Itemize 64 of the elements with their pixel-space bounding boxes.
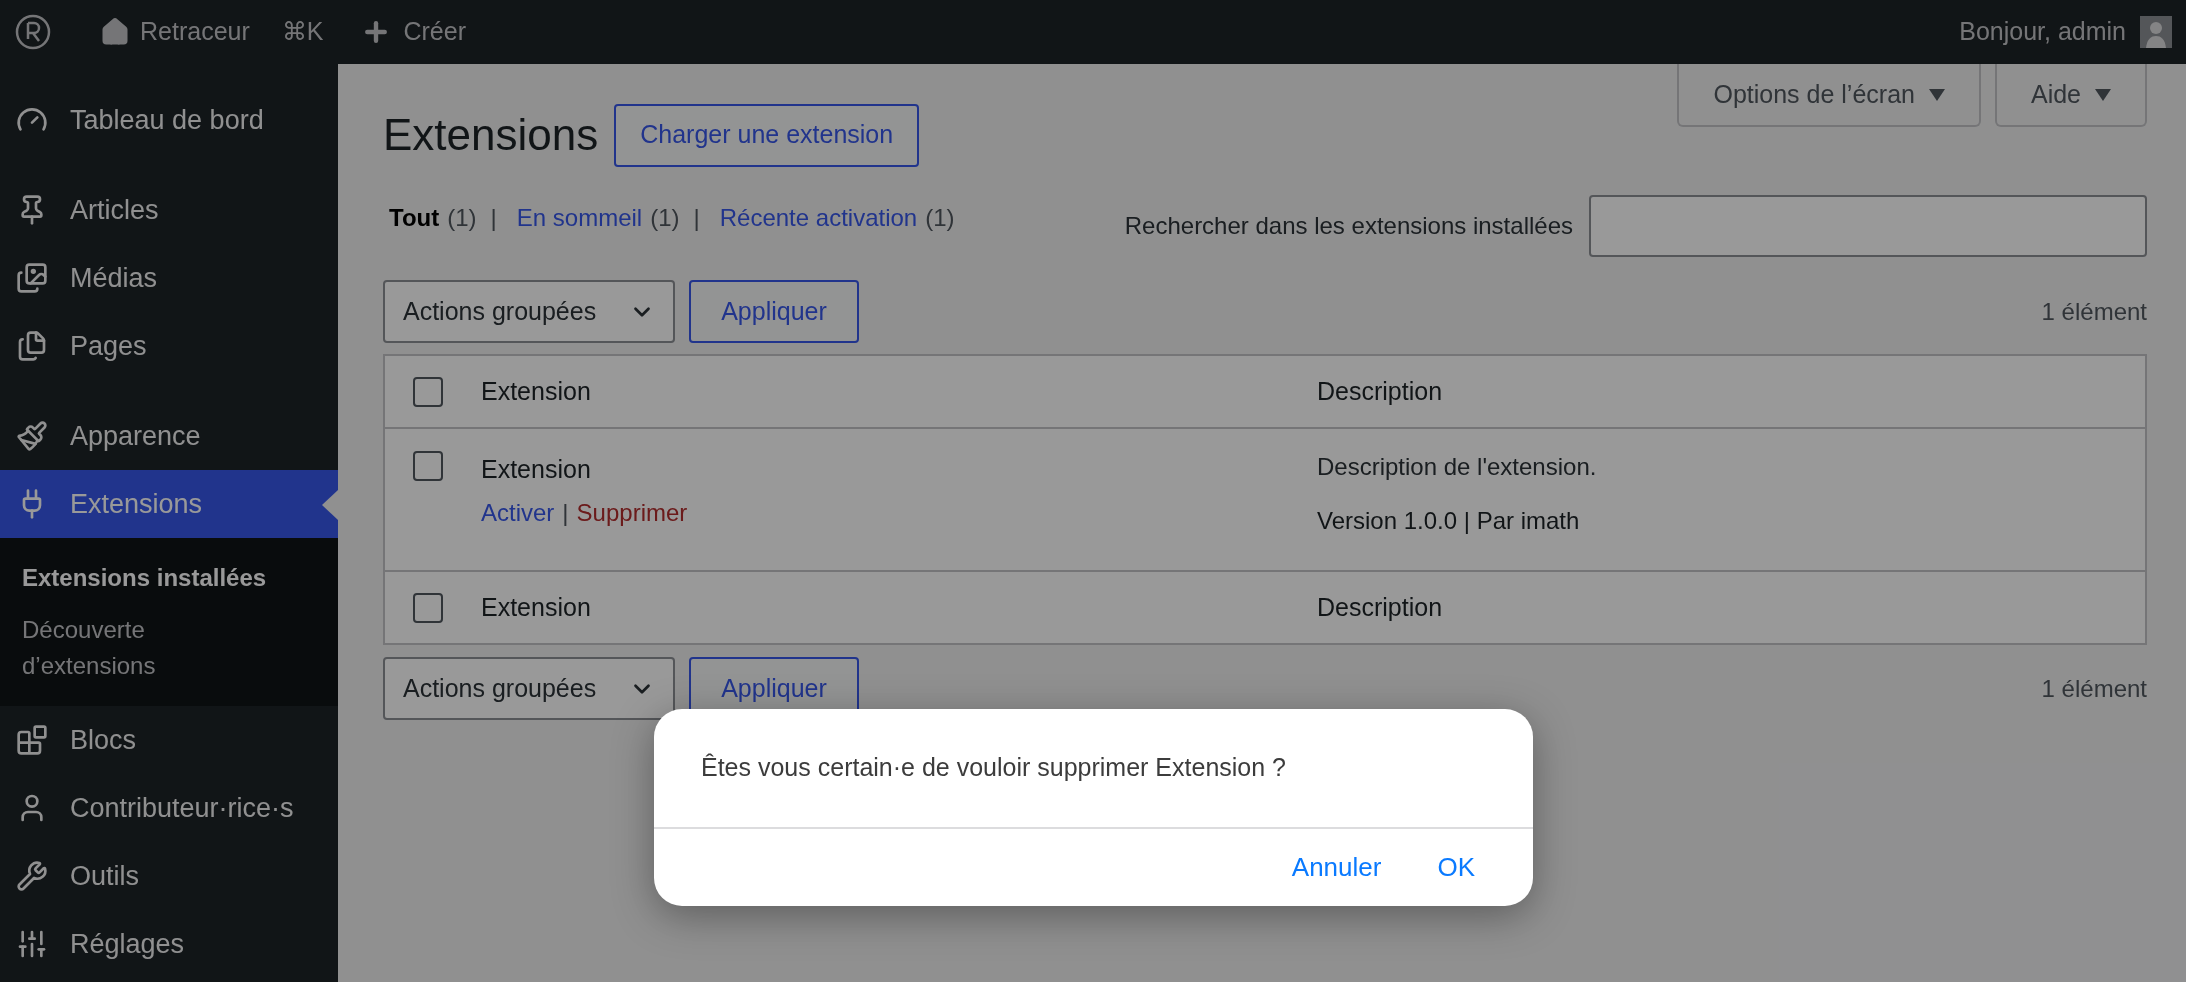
- sidebar-item[interactable]: Médias: [0, 244, 338, 312]
- select-value: Actions groupées: [403, 295, 597, 327]
- apply-button[interactable]: Appliquer: [689, 280, 859, 343]
- dropdown-triangle-icon: [2095, 88, 2111, 101]
- site-name-link[interactable]: Retraceur: [140, 13, 250, 51]
- select-value: Actions groupées: [403, 672, 597, 704]
- filter-count: (1): [650, 203, 680, 233]
- delete-link[interactable]: Supprimer: [576, 495, 688, 531]
- screen-meta-tab[interactable]: Options de l’écran: [1677, 64, 1981, 127]
- column-header: Description: [1316, 375, 1443, 407]
- sidebar-item[interactable]: Extensions: [0, 470, 338, 538]
- sidebar-item[interactable]: Contributeur·rice·s: [0, 774, 338, 842]
- blocks-icon: [16, 724, 48, 756]
- bulk-actions-select[interactable]: Actions groupées: [383, 657, 675, 720]
- wrench-icon: [16, 860, 48, 892]
- sidebar-item[interactable]: Articles: [0, 176, 338, 244]
- dialog-message: Êtes vous certain·e de vouloir supprimer Extension ?: [701, 752, 1286, 784]
- checkbox[interactable]: [413, 592, 443, 623]
- search-label: Rechercher dans les extensions installées: [1124, 211, 1573, 241]
- filter-count: (1): [447, 203, 477, 233]
- plugin-description: Description de l'extension.: [1317, 452, 1597, 482]
- pages-icon: [16, 330, 48, 362]
- home-icon[interactable]: [100, 17, 130, 47]
- search-field[interactable]: [1589, 195, 2147, 257]
- sidebar-item[interactable]: Réglages: [0, 910, 338, 978]
- new-link[interactable]: Créer: [403, 13, 466, 51]
- dialog-button[interactable]: OK: [1429, 842, 1483, 893]
- dropdown-triangle-icon: [1928, 88, 1945, 101]
- sidebar-item[interactable]: Tableau de bord: [0, 86, 338, 154]
- sidebar-item[interactable]: Outils: [0, 842, 338, 910]
- dialog-button[interactable]: Annuler: [1283, 842, 1390, 893]
- submenu-item[interactable]: Extensions installées: [0, 552, 338, 604]
- screen-meta-tab[interactable]: Aide: [1994, 64, 2147, 127]
- page-title: Extensions: [383, 109, 599, 161]
- plugin-name: Extension: [481, 454, 592, 485]
- filter-link[interactable]: Récente activation: [719, 203, 918, 233]
- logo-icon[interactable]: [14, 13, 52, 51]
- media-icon: [16, 262, 48, 294]
- bulk-actions-select[interactable]: Actions groupées: [383, 280, 675, 343]
- sidebar-item[interactable]: Pages: [0, 312, 338, 380]
- sliders-icon: [16, 928, 48, 960]
- paintbrush-icon: [16, 420, 48, 452]
- filter-link[interactable]: Tout: [389, 203, 440, 233]
- current-pointer-icon: [322, 490, 338, 520]
- action-separator: |: [562, 498, 569, 528]
- sidebar-item[interactable]: Apparence: [0, 402, 338, 470]
- checkbox[interactable]: [413, 451, 443, 481]
- activate-link[interactable]: Activer: [481, 495, 555, 531]
- filter-link[interactable]: En sommeil: [516, 203, 643, 233]
- checkbox[interactable]: [413, 376, 443, 407]
- greeting-link[interactable]: Bonjour, admin: [1959, 13, 2126, 51]
- filter-count: (1): [925, 203, 955, 233]
- column-header: Extension: [481, 591, 591, 623]
- upload-extension-button[interactable]: Charger une extension: [614, 103, 920, 167]
- column-header: Extension: [481, 375, 591, 407]
- filter-separator: |: [693, 203, 700, 233]
- sidebar-item[interactable]: Blocs: [0, 706, 338, 774]
- plugin-meta: Version 1.0.0 | Par imath: [1317, 506, 1581, 536]
- column-header: Description: [1316, 591, 1443, 623]
- item-count: 1 élément: [2041, 296, 2147, 327]
- filter-separator: |: [490, 203, 497, 233]
- item-count: 1 élément: [2041, 673, 2147, 704]
- submenu-item[interactable]: Découverte d’extensions: [0, 604, 250, 692]
- command-shortcut[interactable]: ⌘K: [281, 13, 324, 51]
